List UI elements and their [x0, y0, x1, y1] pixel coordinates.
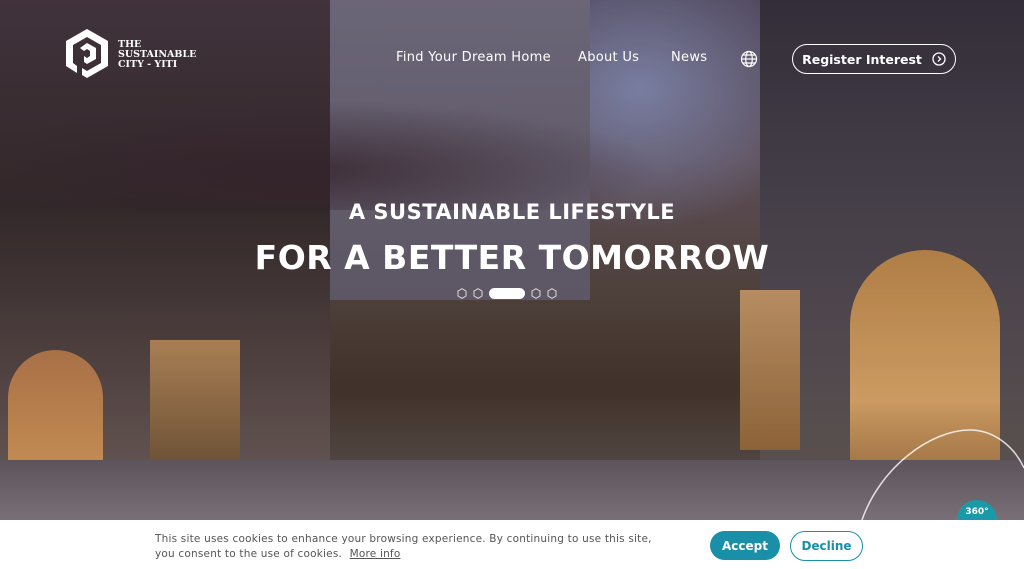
arrow-circle-right-icon: [932, 52, 946, 66]
nav-about-us[interactable]: About Us: [578, 50, 639, 65]
slide-dot-3-active[interactable]: [489, 288, 525, 299]
hero-subtitle: A SUSTAINABLE LIFESTYLE: [348, 200, 676, 224]
slide-dot-4[interactable]: [531, 288, 541, 299]
site-logo[interactable]: THE SUSTAINABLE CITY - YITI: [62, 26, 196, 84]
slide-dot-1[interactable]: [457, 288, 467, 299]
logo-icon: [66, 29, 108, 78]
slider-pagination: [457, 288, 557, 299]
cookie-message: This site uses cookies to enhance your b…: [155, 533, 652, 560]
slide-dot-2[interactable]: [473, 288, 483, 299]
slide-dot-5[interactable]: [547, 288, 557, 299]
decorative-curve: [861, 429, 1024, 520]
decline-cookies-button[interactable]: Decline: [790, 531, 863, 561]
register-interest-button[interactable]: Register Interest: [792, 44, 956, 74]
hero-title: FOR A BETTER TOMORROW: [254, 238, 770, 277]
logo-line: CITY - YITI: [118, 59, 178, 70]
globe-icon[interactable]: [740, 50, 758, 68]
nav-news[interactable]: News: [671, 50, 707, 65]
nav-find-your-dream-home[interactable]: Find Your Dream Home: [396, 50, 551, 65]
accept-cookies-button[interactable]: Accept: [710, 531, 780, 560]
hero-banner: THE SUSTAINABLE CITY - YITI Find Your Dr…: [0, 0, 1024, 520]
register-interest-label: Register Interest: [802, 51, 922, 67]
cookie-banner: This site uses cookies to enhance your b…: [0, 520, 1024, 569]
more-info-link[interactable]: More info: [350, 548, 401, 560]
